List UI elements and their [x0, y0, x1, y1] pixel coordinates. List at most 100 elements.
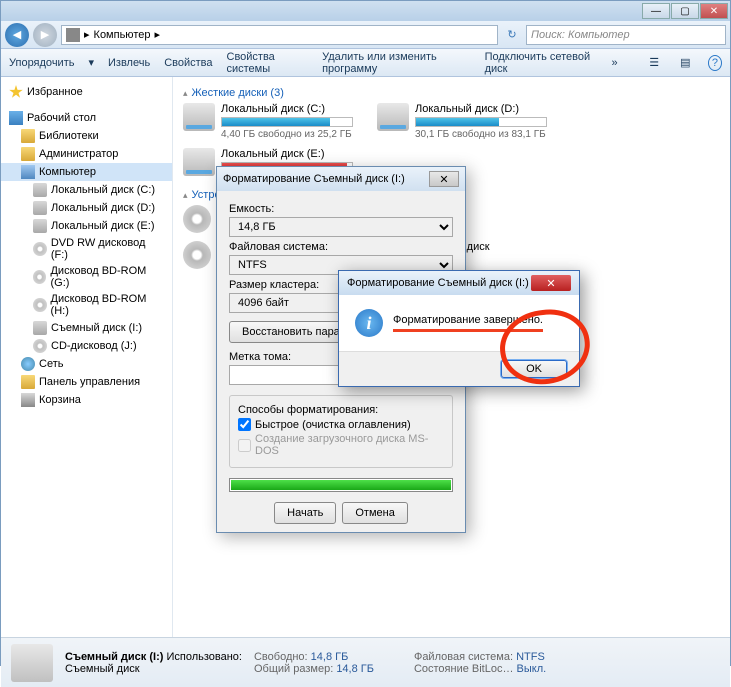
window-titlebar: — ▢ ✕	[1, 1, 730, 21]
drive-icon	[33, 183, 47, 197]
message-box-titlebar[interactable]: Форматирование Съемный диск (I:) ✕	[339, 271, 579, 295]
sidebar-control-panel[interactable]: Панель управления	[1, 373, 172, 391]
msdos-checkbox	[238, 439, 251, 452]
drive-name: Локальный диск (D:)	[415, 103, 547, 115]
drive-icon	[183, 148, 215, 176]
drive-icon	[377, 103, 409, 131]
status-bitlocker-val: Выкл.	[517, 663, 547, 675]
search-input[interactable]: Поиск: Компьютер	[526, 25, 726, 45]
annotation-underline	[393, 329, 543, 332]
desktop-icon	[9, 111, 23, 125]
map-drive-button[interactable]: Подключить сетевой диск	[485, 51, 598, 75]
sidebar-drive-c[interactable]: Локальный диск (C:)	[1, 181, 172, 199]
status-fs-val: NTFS	[516, 651, 545, 663]
disc-icon	[33, 298, 47, 312]
sidebar-drive-e[interactable]: Локальный диск (E:)	[1, 217, 172, 235]
drive-usage-bar	[221, 117, 353, 127]
sidebar-computer[interactable]: Компьютер	[1, 163, 172, 181]
message-box: Форматирование Съемный диск (I:) ✕ i Фор…	[338, 270, 580, 387]
format-methods-label: Способы форматирования:	[238, 404, 444, 416]
breadcrumb-text[interactable]: Компьютер	[94, 29, 151, 41]
organize-menu[interactable]: Упорядочить	[9, 57, 74, 69]
control-panel-icon	[21, 375, 35, 389]
disc-icon	[183, 205, 211, 233]
sidebar-bd-h[interactable]: Дисковод BD-ROM (H:)	[1, 291, 172, 319]
properties-button[interactable]: Свойства	[164, 57, 212, 69]
sidebar-bd-g[interactable]: Дисковод BD-ROM (G:)	[1, 263, 172, 291]
sidebar-favorites[interactable]: Избранное	[1, 83, 172, 101]
drive-icon	[183, 103, 215, 131]
sidebar-removable-i[interactable]: Съемный диск (I:)	[1, 319, 172, 337]
sidebar-cd-j[interactable]: CD-дисковод (J:)	[1, 337, 172, 355]
uninstall-button[interactable]: Удалить или изменить программу	[322, 51, 471, 75]
status-used-lbl: Использовано:	[166, 651, 242, 663]
sidebar-desktop[interactable]: Рабочий стол	[1, 109, 172, 127]
drive-icon	[33, 201, 47, 215]
status-title: Съемный диск (I:)	[65, 651, 163, 663]
forward-button[interactable]: ▶	[33, 23, 57, 47]
back-button[interactable]: ◀	[5, 23, 29, 47]
drive-free-text: 4,40 ГБ свободно из 25,2 ГБ	[221, 129, 353, 140]
disc-icon	[33, 242, 47, 256]
fs-label: Файловая система:	[229, 241, 453, 253]
close-icon[interactable]: ✕	[531, 275, 571, 291]
drive-icon	[33, 321, 47, 335]
status-free-lbl: Свободно:	[254, 651, 308, 663]
drive-d[interactable]: Локальный диск (D:) 30,1 ГБ свободно из …	[377, 103, 547, 140]
drive-c[interactable]: Локальный диск (C:) 4,40 ГБ свободно из …	[183, 103, 353, 140]
sidebar-recycle[interactable]: Корзина	[1, 391, 172, 409]
drive-name: Локальный диск (E:)	[221, 148, 353, 160]
view-icon[interactable]: ☰	[646, 53, 663, 73]
address-bar[interactable]: ▸ Компьютер ▸	[61, 25, 498, 45]
drive-icon	[33, 219, 47, 233]
disc-icon	[183, 241, 211, 269]
start-button[interactable]: Начать	[274, 502, 336, 524]
chevron-icon: ▴	[183, 190, 188, 201]
ok-button[interactable]: OK	[501, 360, 567, 378]
refresh-button[interactable]: ↻	[502, 28, 522, 41]
status-bitlocker-lbl: Состояние BitLoc…	[414, 663, 514, 675]
user-icon	[21, 147, 35, 161]
format-progress-bar	[229, 478, 453, 492]
minimize-button[interactable]: —	[642, 3, 670, 19]
preview-pane-icon[interactable]: ▤	[677, 53, 694, 73]
sidebar-drive-d[interactable]: Локальный диск (D:)	[1, 199, 172, 217]
computer-icon	[21, 165, 35, 179]
message-box-title: Форматирование Съемный диск (I:)	[347, 277, 529, 289]
star-icon	[9, 85, 23, 99]
quick-format-label: Быстрое (очистка оглавления)	[255, 419, 411, 431]
capacity-select[interactable]: 14,8 ГБ	[229, 217, 453, 237]
sidebar-network[interactable]: Сеть	[1, 355, 172, 373]
close-icon[interactable]: ✕	[429, 171, 459, 187]
trash-icon	[21, 393, 35, 407]
disc-icon	[33, 270, 46, 284]
drive-thumbnail	[11, 644, 53, 682]
close-button[interactable]: ✕	[700, 3, 728, 19]
sidebar-dvd-f[interactable]: DVD RW дисковод (F:)	[1, 235, 172, 263]
status-bar: Съемный диск (I:) Использовано: Съемный …	[1, 637, 730, 687]
system-props-button[interactable]: Свойства системы	[227, 51, 309, 75]
sidebar: Избранное Рабочий стол Библиотеки Админи…	[1, 77, 173, 637]
capacity-label: Емкость:	[229, 203, 453, 215]
folder-icon	[21, 129, 35, 143]
quick-format-checkbox[interactable]	[238, 418, 251, 431]
format-dialog-titlebar[interactable]: Форматирование Съемный диск (I:) ✕	[217, 167, 465, 191]
info-icon: i	[355, 309, 383, 337]
help-icon[interactable]: ?	[708, 55, 722, 71]
extract-button[interactable]: Извлечь	[108, 57, 150, 69]
msdos-label: Создание загрузочного диска MS-DOS	[255, 433, 444, 457]
network-icon	[21, 357, 35, 371]
maximize-button[interactable]: ▢	[671, 3, 699, 19]
cancel-button[interactable]: Отмена	[342, 502, 407, 524]
section-hdd[interactable]: ▴Жесткие диски (3)	[183, 87, 720, 99]
status-total-val: 14,8 ГБ	[336, 663, 374, 675]
toolbar: Упорядочить▾ Извлечь Свойства Свойства с…	[1, 49, 730, 77]
chevron-icon: ▴	[183, 88, 188, 99]
format-dialog-title: Форматирование Съемный диск (I:)	[223, 173, 405, 185]
more-button[interactable]: »	[612, 57, 618, 69]
sidebar-libraries[interactable]: Библиотеки	[1, 127, 172, 145]
breadcrumb-arrow: ▸	[154, 28, 160, 41]
search-placeholder: Поиск: Компьютер	[531, 29, 630, 41]
disc-icon	[33, 339, 47, 353]
sidebar-admin[interactable]: Администратор	[1, 145, 172, 163]
